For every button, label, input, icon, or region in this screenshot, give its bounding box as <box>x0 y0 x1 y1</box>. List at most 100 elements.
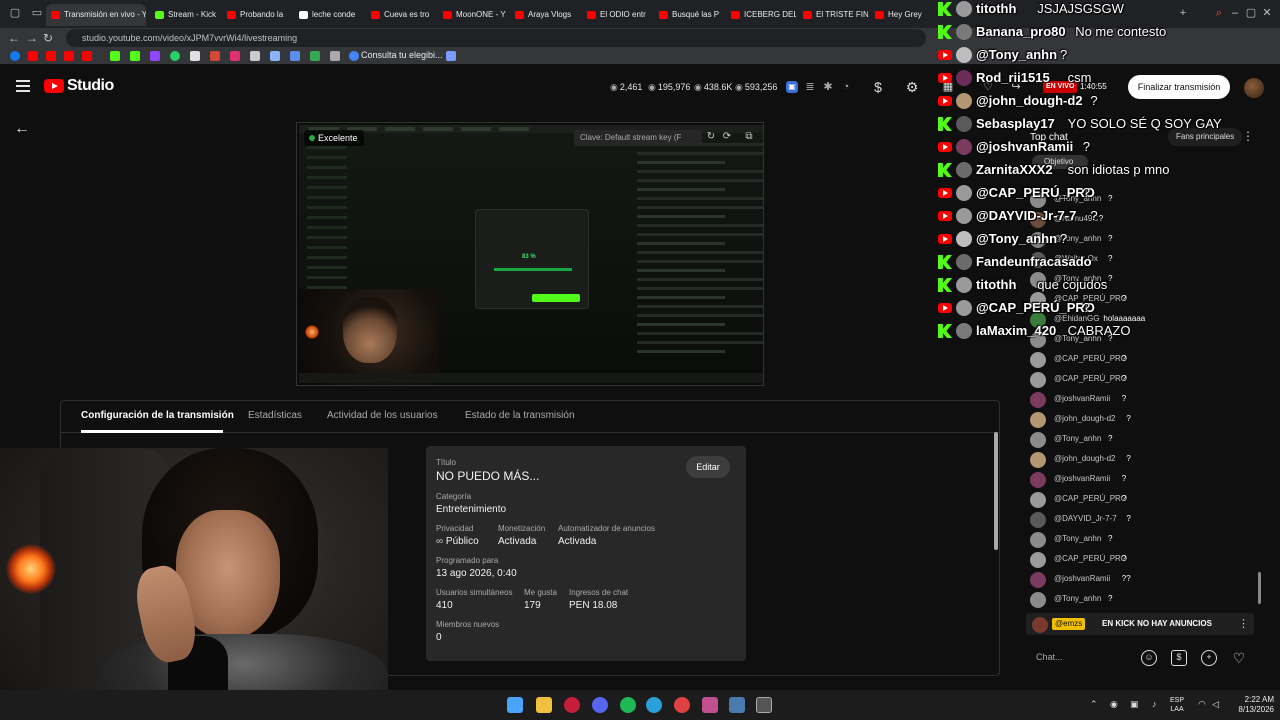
browser-tab[interactable]: Stream - Kick <box>150 4 220 26</box>
chat-message[interactable]: @Tony_anhn? <box>1030 530 1250 550</box>
chat-message[interactable]: @CAP_PERÚ_PRO? <box>1030 350 1250 370</box>
edit-button[interactable]: Editar <box>686 456 730 478</box>
bookmark-icon[interactable] <box>270 51 280 61</box>
bookmark-icon[interactable] <box>290 51 300 61</box>
whatsapp-icon[interactable] <box>170 51 180 61</box>
studio-brand[interactable]: Studio <box>67 77 114 95</box>
browser-tab[interactable]: ICEBERG DEL <box>726 4 796 26</box>
stream-key-select[interactable]: Clave: Default stream key (F <box>574 130 702 146</box>
chat-message[interactable]: @Tony_anhn? <box>1030 430 1250 450</box>
chat-author: @john_dough-d2 <box>1054 414 1116 423</box>
stat-counter: ◉ 593,256 <box>735 82 777 93</box>
forward-icon[interactable]: → <box>24 30 40 46</box>
notifications-icon[interactable]: ◔ <box>838 79 854 95</box>
settings-icon[interactable]: ⚙ <box>904 79 920 95</box>
app-icon[interactable] <box>702 697 718 713</box>
youtube-logo-icon[interactable] <box>44 79 64 93</box>
tab-analytics[interactable]: Estadísticas <box>248 410 302 421</box>
pinned-more-icon[interactable]: ⋮ <box>1238 613 1249 635</box>
url-field[interactable]: studio.youtube.com/video/xJPM7vvrWi4/liv… <box>66 29 926 47</box>
youtube-bookmark-icon[interactable] <box>46 51 56 61</box>
chat-scrollbar[interactable] <box>1258 572 1261 604</box>
settings-scrollbar[interactable] <box>994 432 998 550</box>
chat-message[interactable]: @joshvanRamii?? <box>1030 570 1250 590</box>
wifi-icon[interactable]: ◠ <box>1198 699 1206 710</box>
refresh-icon[interactable]: ⟳ <box>720 130 734 144</box>
google-icon[interactable] <box>349 51 359 61</box>
tab-search-icon[interactable]: ▢ <box>8 6 22 20</box>
x-icon[interactable] <box>250 51 260 61</box>
bookmark-label[interactable]: Consulta tu elegibi... <box>361 50 443 60</box>
stream-preview[interactable]: 83 % <box>296 122 764 386</box>
bookmark-icon[interactable] <box>210 51 220 61</box>
facebook-icon[interactable] <box>10 51 20 61</box>
browser-tab[interactable]: leche conde <box>294 4 364 26</box>
browser-tab[interactable]: Probando la <box>222 4 292 26</box>
heart-icon[interactable]: ♡ <box>1231 650 1247 666</box>
chat-message[interactable]: @john_dough-d2? <box>1030 450 1250 470</box>
tab-stream-health[interactable]: Estado de la transmisión <box>465 410 575 421</box>
tab-stream-settings[interactable]: Configuración de la transmisión <box>81 410 234 421</box>
kick-bookmark-icon[interactable] <box>130 51 140 61</box>
browser-tab[interactable]: MoonONE - Y <box>438 4 508 26</box>
edge-icon[interactable] <box>646 697 662 713</box>
drive-icon[interactable] <box>310 51 320 61</box>
chat-message[interactable]: @DAYVID_Jr-7-7? <box>1030 510 1250 530</box>
chat-message[interactable]: @CAP_PERÚ_PRO? <box>1030 370 1250 390</box>
app-icon[interactable] <box>674 697 690 713</box>
chat-message[interactable]: @joshvanRamii? <box>1030 470 1250 490</box>
browser-tab[interactable]: Araya Vlogs <box>510 4 580 26</box>
browser-tab[interactable]: Busqué las P <box>654 4 724 26</box>
tab-user-activity[interactable]: Actividad de los usuarios <box>327 410 438 421</box>
monetization-icon[interactable]: $ <box>870 79 886 95</box>
obs-icon[interactable] <box>756 697 772 713</box>
instagram-icon[interactable] <box>230 51 240 61</box>
opera-icon[interactable] <box>564 697 580 713</box>
back-icon[interactable]: ← <box>6 30 22 46</box>
bookmark-icon[interactable] <box>190 51 200 61</box>
kick-bookmark-icon[interactable] <box>110 51 120 61</box>
chat-message[interactable]: @CAP_PERÚ_PRO? <box>1030 490 1250 510</box>
menu-icon[interactable] <box>16 80 30 92</box>
tab-list-icon[interactable]: ▭ <box>30 6 44 20</box>
settings-app-icon[interactable] <box>729 697 745 713</box>
discord-icon[interactable] <box>592 697 608 713</box>
volume-icon[interactable]: ◁ <box>1212 699 1219 710</box>
super-chat-icon[interactable]: $ <box>1171 650 1187 666</box>
language-indicator[interactable]: ESP LAA <box>1170 696 1184 714</box>
chat-message[interactable]: @john_dough-d2? <box>1030 410 1250 430</box>
youtube-bookmark-icon[interactable] <box>64 51 74 61</box>
emoji-icon[interactable]: ☺ <box>1141 650 1157 666</box>
copy-icon[interactable]: ⧉ <box>742 130 756 144</box>
add-reaction-icon[interactable]: + <box>1201 650 1217 666</box>
browser-tab[interactable]: El ODIO entr <box>582 4 652 26</box>
chat-input[interactable]: Chat... <box>1030 646 1136 668</box>
browser-tab[interactable]: Hey Grey <box>870 4 940 26</box>
share-icon[interactable]: ▣ <box>786 81 798 93</box>
tray-app-icon[interactable]: ◉ <box>1110 699 1118 710</box>
youtube-bookmark-icon[interactable] <box>28 51 38 61</box>
twitch-icon[interactable] <box>150 51 160 61</box>
bookmark-icon[interactable] <box>330 51 340 61</box>
file-explorer-icon[interactable] <box>536 697 552 713</box>
chat-message[interactable]: @Tony_anhn? <box>1030 590 1250 610</box>
browser-tab[interactable]: Cueva es tro <box>366 4 436 26</box>
youtube-bookmark-icon[interactable] <box>82 51 92 61</box>
tray-app-icon[interactable]: ▣ <box>1130 699 1139 710</box>
chat-message[interactable]: @CAP_PERÚ_PRO? <box>1030 550 1250 570</box>
tray-expand-icon[interactable]: ⌃ <box>1090 699 1098 710</box>
back-arrow-icon[interactable]: ← <box>14 120 30 138</box>
pinned-message[interactable]: @emzs EN KICK NO HAY ANUNCIOS ⋮ <box>1026 613 1254 635</box>
sparkle-icon[interactable] <box>446 51 456 61</box>
browser-tab[interactable]: Transmisión en vivo - Y <box>46 4 146 26</box>
microphone-icon[interactable]: ♪ <box>1152 699 1157 709</box>
reload-icon[interactable]: ↻ <box>704 130 718 144</box>
comments-icon[interactable]: ≣ <box>802 79 818 95</box>
start-icon[interactable] <box>507 697 523 713</box>
chat-message[interactable]: @joshvanRamii? <box>1030 390 1250 410</box>
reload-icon[interactable]: ↻ <box>40 30 56 46</box>
clock[interactable]: 2:22 AM 8/13/2026 <box>1232 695 1274 715</box>
tools-icon[interactable]: ✱ <box>820 79 836 95</box>
spotify-icon[interactable] <box>620 697 636 713</box>
browser-tab[interactable]: El TRISTE FIN <box>798 4 868 26</box>
